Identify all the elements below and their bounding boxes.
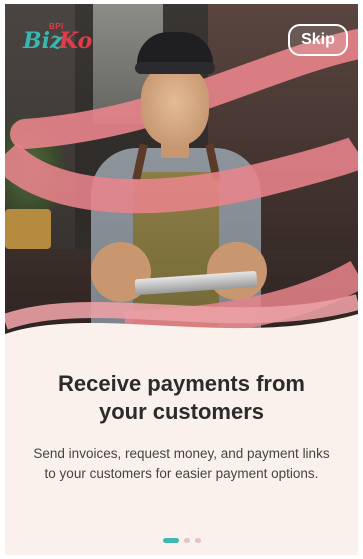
- logo-biz-text: Biz: [23, 28, 63, 54]
- onboarding-title: Receive payments from your customers: [5, 370, 358, 426]
- title-line-1: Receive payments from: [58, 371, 305, 396]
- page-dot-active[interactable]: [162, 538, 179, 543]
- skip-button[interactable]: Skip: [288, 24, 348, 56]
- page-dot[interactable]: [194, 538, 201, 543]
- bizko-logo: BPI Biz Ko: [23, 22, 93, 62]
- onboarding-screen: BPI Biz Ko Skip Receive payments from yo…: [5, 4, 358, 555]
- page-dot[interactable]: [183, 538, 190, 543]
- logo-ko-text: Ko: [59, 28, 93, 54]
- page-indicator: [5, 538, 358, 543]
- onboarding-description: Send invoices, request money, and paymen…: [33, 446, 330, 481]
- title-line-2: your customers: [98, 399, 265, 424]
